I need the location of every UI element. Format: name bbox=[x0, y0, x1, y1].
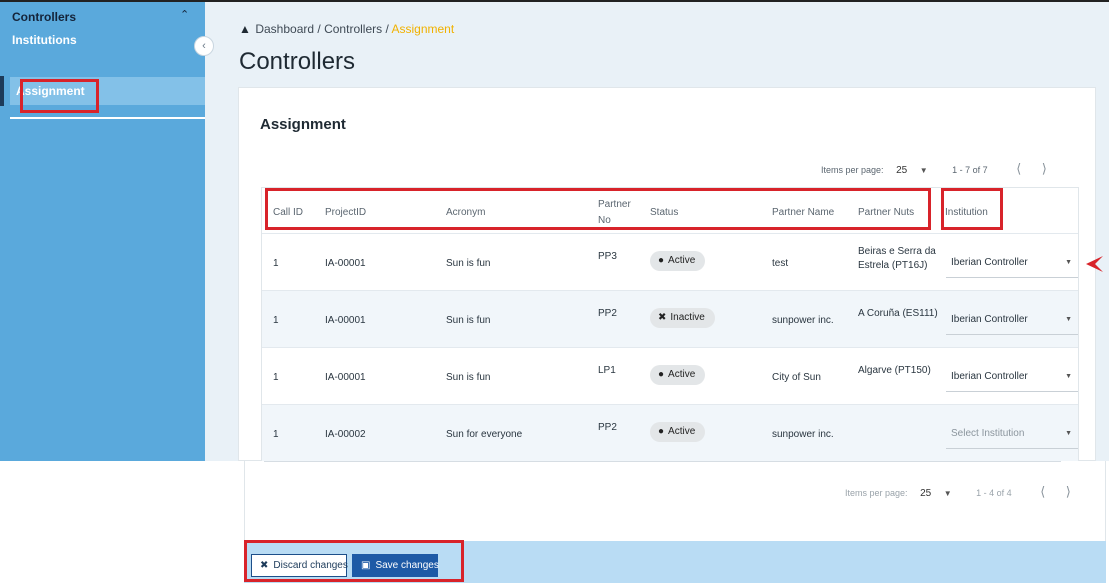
page-title: Controllers bbox=[239, 48, 356, 75]
bottom-card bbox=[244, 461, 1106, 541]
cell-acronym: Sun for everyone bbox=[446, 429, 523, 440]
status-badge: ● Active bbox=[650, 365, 706, 385]
table-divider bbox=[262, 233, 1078, 234]
cell-partner-no: LP1 bbox=[598, 365, 616, 376]
institution-select[interactable]: Select Institution ▼ bbox=[946, 419, 1078, 449]
cell-partner-nuts-line1: Algarve (PT150) bbox=[858, 365, 931, 376]
chevron-left-icon: ‹ bbox=[202, 40, 206, 52]
paginator-top: Items per page: 25 ▼ 1 - 7 of 7 ⟨ ⟩ bbox=[821, 161, 1047, 177]
page-range: 1 - 7 of 7 bbox=[952, 165, 988, 175]
cell-partner-nuts-line1: A Coruña (ES111) bbox=[858, 308, 938, 319]
highlight-box-columns bbox=[265, 188, 931, 230]
cell-partner-nuts-line2: Estrela (PT16J) bbox=[858, 260, 928, 271]
cell-acronym: Sun is fun bbox=[446, 372, 491, 383]
caret-down-icon: ▼ bbox=[1065, 259, 1072, 266]
next-page-icon[interactable]: ⟩ bbox=[1042, 161, 1047, 177]
caret-down-icon: ▼ bbox=[1065, 373, 1072, 380]
cell-partner-nuts-line1: Beiras e Serra da bbox=[858, 246, 936, 257]
cell-partner-no: PP2 bbox=[598, 308, 617, 319]
cell-call-id: 1 bbox=[273, 372, 279, 383]
highlight-box-footer-buttons bbox=[244, 540, 464, 582]
person-off-icon: ✖ bbox=[658, 312, 667, 323]
page-range: 1 - 4 of 4 bbox=[976, 488, 1012, 498]
next-page-icon[interactable]: ⟩ bbox=[1066, 484, 1071, 500]
items-per-page-select[interactable]: 25 bbox=[920, 488, 931, 499]
cell-call-id: 1 bbox=[273, 429, 279, 440]
items-per-page-select[interactable]: 25 bbox=[896, 165, 907, 176]
sidebar-item-institutions[interactable]: Institutions bbox=[12, 33, 77, 47]
arrow-left-icon bbox=[1086, 256, 1103, 272]
card-title: Assignment bbox=[260, 116, 346, 133]
institution-select[interactable]: Iberian Controller ▼ bbox=[946, 305, 1078, 335]
table-divider bbox=[262, 347, 1078, 348]
items-per-page-label: Items per page: bbox=[821, 165, 884, 175]
collapse-sidebar-button[interactable]: ‹ bbox=[194, 36, 214, 56]
table-bottom-border bbox=[264, 461, 1061, 462]
caret-down-icon: ▼ bbox=[1065, 316, 1072, 323]
cell-project-id: IA-00001 bbox=[325, 258, 366, 269]
cell-acronym: Sun is fun bbox=[446, 258, 491, 269]
cell-partner-name: City of Sun bbox=[772, 372, 821, 383]
highlight-box-assignment bbox=[20, 79, 99, 113]
home-icon[interactable]: ▲ bbox=[239, 22, 252, 36]
breadcrumb-dashboard[interactable]: Dashboard bbox=[255, 22, 314, 36]
cell-project-id: IA-00001 bbox=[325, 315, 366, 326]
person-icon: ● bbox=[658, 426, 665, 437]
person-icon: ● bbox=[658, 255, 665, 266]
items-per-page-label: Items per page: bbox=[845, 488, 908, 498]
caret-down-icon[interactable]: ▼ bbox=[944, 489, 952, 498]
cell-acronym: Sun is fun bbox=[446, 315, 491, 326]
paginator-bottom: Items per page: 25 ▼ 1 - 4 of 4 ⟨ ⟩ bbox=[845, 484, 1071, 500]
cell-call-id: 1 bbox=[273, 315, 279, 326]
caret-down-icon[interactable]: ▼ bbox=[920, 166, 928, 175]
cell-project-id: IA-00002 bbox=[325, 429, 366, 440]
cell-partner-name: sunpower inc. bbox=[772, 429, 834, 440]
table-divider bbox=[262, 290, 1078, 291]
cell-call-id: 1 bbox=[273, 258, 279, 269]
sidebar-section-label: Controllers bbox=[12, 10, 77, 24]
table-divider bbox=[262, 404, 1078, 405]
cell-project-id: IA-00001 bbox=[325, 372, 366, 383]
sidebar-section-controllers[interactable]: Controllers ⌃ bbox=[0, 6, 205, 28]
status-badge: ● Active bbox=[650, 251, 706, 271]
institution-select[interactable]: Iberian Controller ▼ bbox=[946, 362, 1078, 392]
highlight-box-institution bbox=[941, 188, 1003, 230]
breadcrumb-current: Assignment bbox=[391, 22, 455, 36]
cell-partner-no: PP3 bbox=[598, 251, 617, 262]
breadcrumb-separator: / bbox=[385, 22, 389, 36]
cell-partner-name: sunpower inc. bbox=[772, 315, 834, 326]
status-badge: ● Active bbox=[650, 422, 706, 442]
caret-down-icon: ▼ bbox=[1065, 430, 1072, 437]
status-badge: ✖ Inactive bbox=[650, 308, 715, 328]
breadcrumb: ▲ Dashboard / Controllers / Assignment bbox=[239, 22, 454, 36]
sidebar-active-marker bbox=[0, 76, 4, 106]
sidebar bbox=[0, 2, 205, 461]
cell-partner-no: PP2 bbox=[598, 422, 617, 433]
cell-partner-name: test bbox=[772, 258, 789, 269]
previous-page-icon[interactable]: ⟨ bbox=[1040, 484, 1045, 500]
chevron-up-icon[interactable]: ⌃ bbox=[180, 8, 189, 21]
sidebar-divider bbox=[10, 117, 205, 119]
person-icon: ● bbox=[658, 369, 665, 380]
institution-select[interactable]: Iberian Controller ▼ bbox=[946, 248, 1078, 278]
breadcrumb-controllers[interactable]: Controllers bbox=[324, 22, 382, 36]
previous-page-icon[interactable]: ⟨ bbox=[1016, 161, 1021, 177]
breadcrumb-separator: / bbox=[317, 22, 321, 36]
